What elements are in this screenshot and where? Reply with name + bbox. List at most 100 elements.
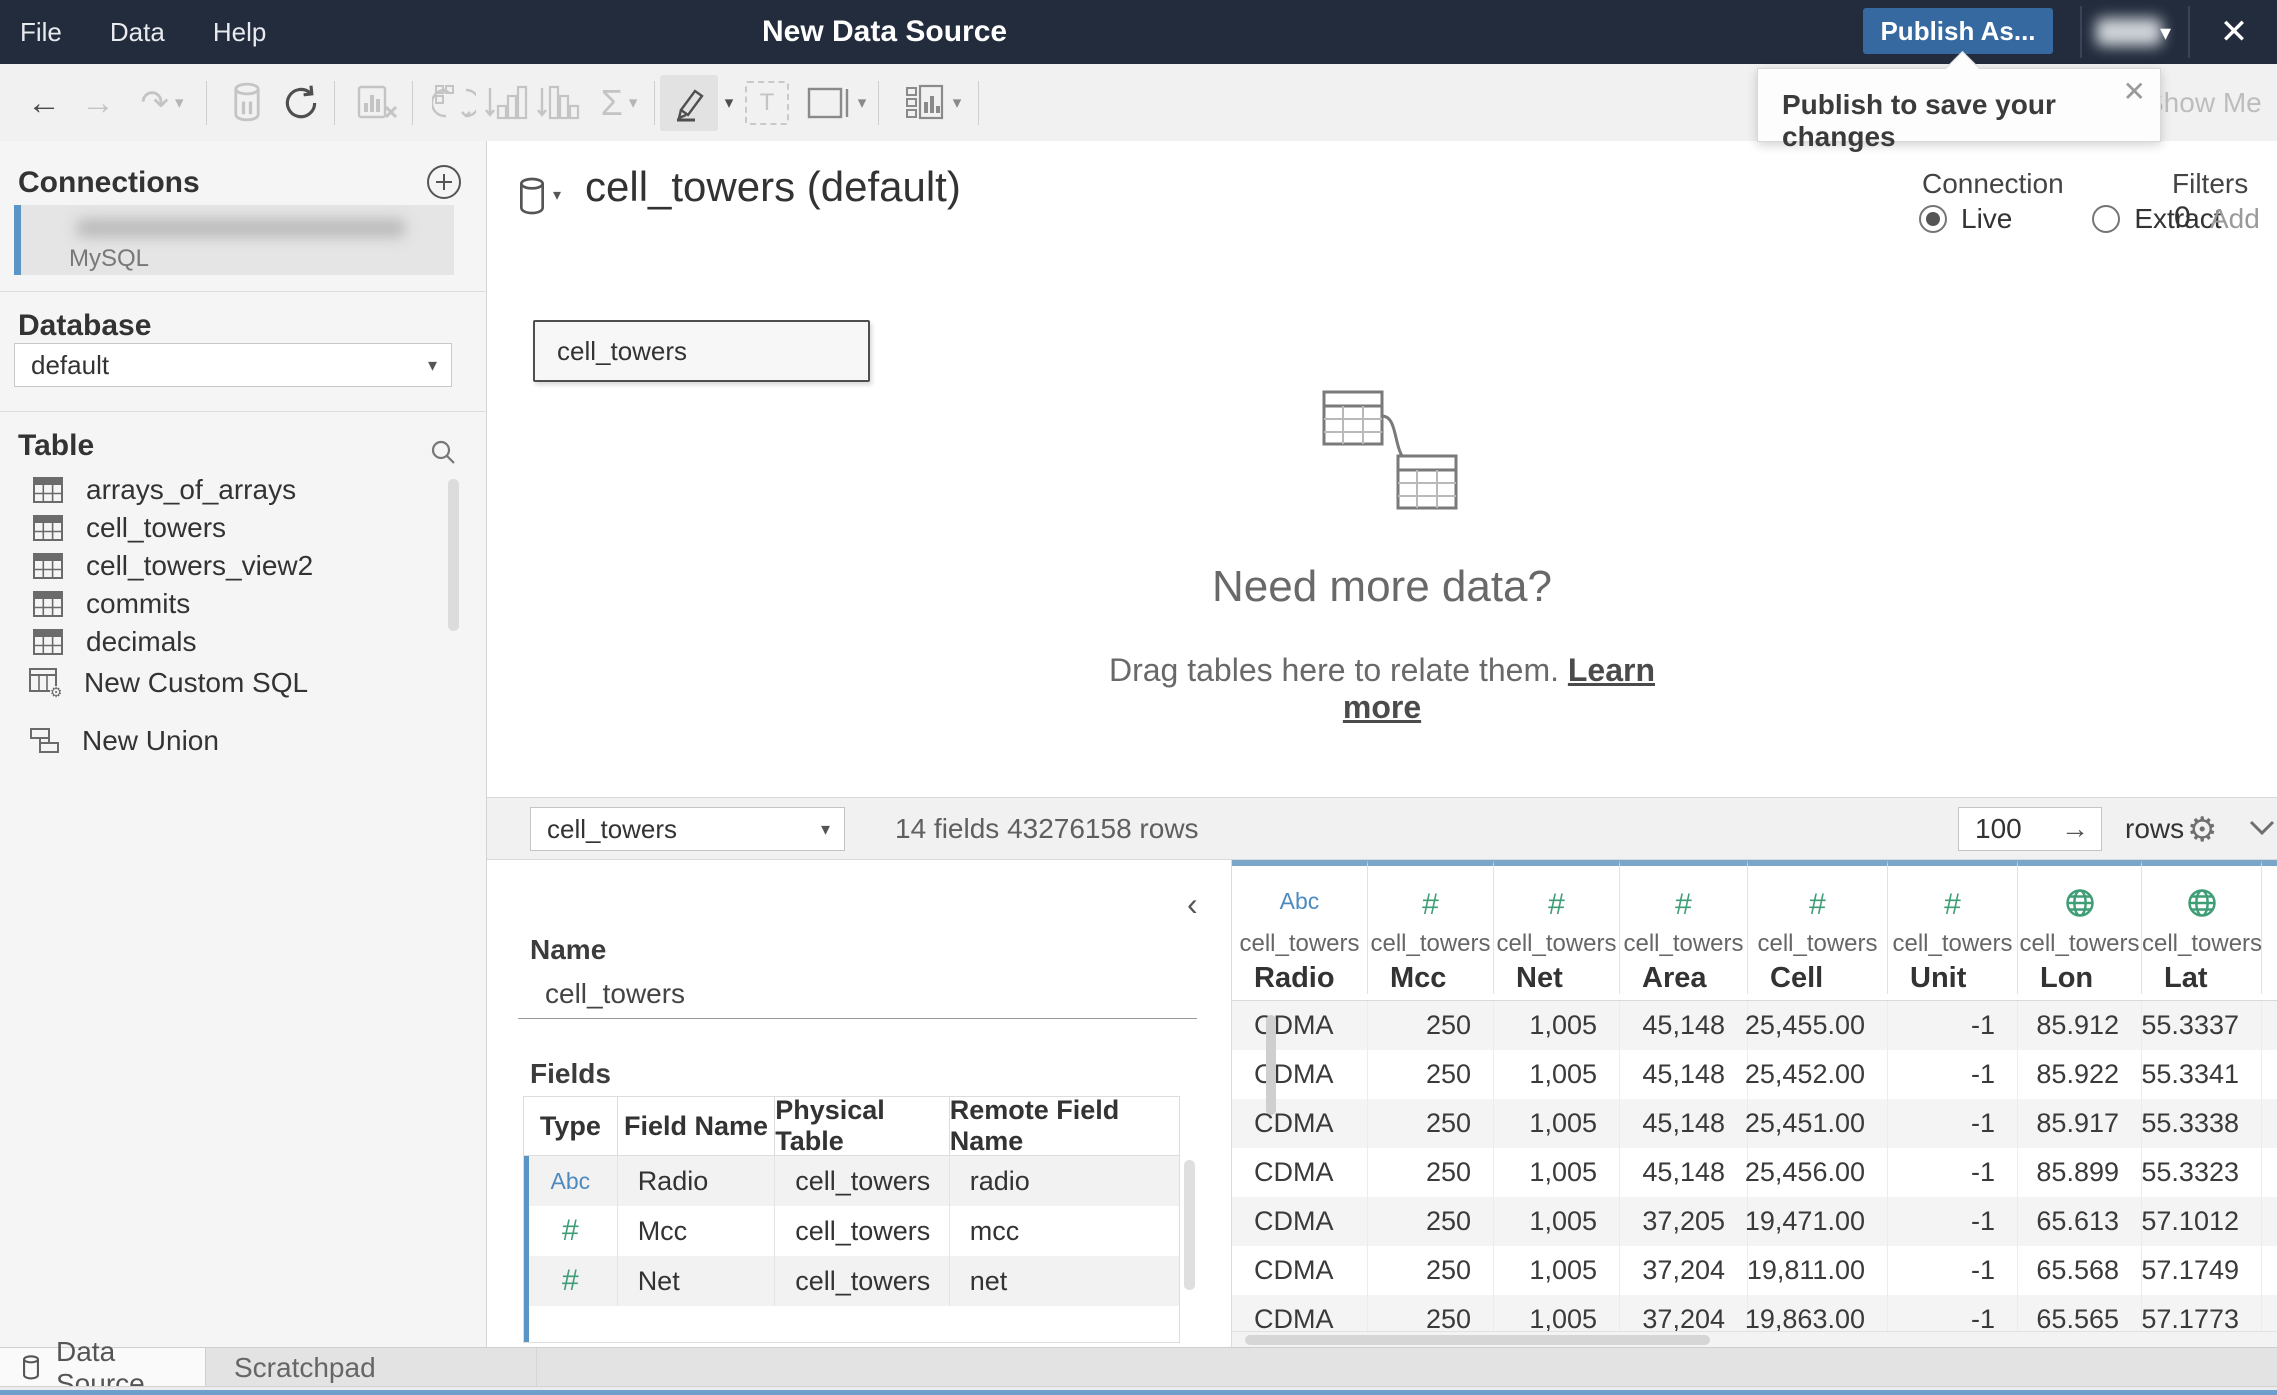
physical-table-cell: cell_towers	[775, 1156, 950, 1206]
grid-cell: 57.1773	[2141, 1295, 2262, 1332]
grid-column-header[interactable]: # cell_towers Cell	[1748, 860, 1888, 994]
totals-icon[interactable]: Σ ▾	[586, 64, 652, 141]
name-input[interactable]: cell_towers	[545, 978, 685, 1010]
publish-as-button[interactable]: Publish As...	[1863, 8, 2053, 54]
grid-column-header[interactable]: # cell_towers Net	[1494, 860, 1620, 994]
sidebar-table-item[interactable]: decimals	[0, 623, 487, 661]
connection-name-redacted	[76, 219, 406, 237]
fields-table: Type Field Name Physical Table Remote Field…	[523, 1095, 1180, 1343]
grid-row[interactable]: CDMA 250 1,005 37,205 19,471.00 -1 65.613 57.10…	[1232, 1197, 2277, 1246]
fields-table-row[interactable]: # Mcc cell_towers mcc	[524, 1206, 1179, 1256]
grid-column-header[interactable]: # cell_towers Mcc	[1368, 860, 1494, 994]
redo-icon[interactable]: →	[72, 64, 124, 141]
grid-cell: 1,005	[1494, 1050, 1620, 1099]
grid-cell: CDMA	[1232, 1295, 1368, 1332]
row-count-input[interactable]: 100 →	[1958, 807, 2102, 851]
grid-column-header[interactable]: # cell_towers Unit	[1888, 860, 2018, 994]
grid-cell: 250	[1368, 1295, 1494, 1332]
new-union[interactable]: New Union	[0, 719, 487, 763]
pause-updates-icon[interactable]	[222, 64, 272, 141]
refresh-icon[interactable]	[274, 64, 328, 141]
grid-cell: 250	[1368, 1099, 1494, 1148]
collapse-preview-icon[interactable]	[2247, 818, 2277, 838]
grid-column-name: Lon	[2040, 962, 2094, 994]
new-custom-sql[interactable]: ⚙ New Custom SQL	[0, 661, 487, 705]
menu-file[interactable]: File	[20, 17, 62, 48]
menu-help[interactable]: Help	[213, 17, 266, 48]
highlight-caret-icon[interactable]: ▾	[716, 64, 736, 141]
toolbar-separator	[878, 81, 879, 125]
grid-row[interactable]: CDMA 250 1,005 45,148 25,451.00 -1 85.917 55.33…	[1232, 1099, 2277, 1148]
number-type-icon: #	[1944, 888, 1961, 921]
grid-horizontal-scrollbar[interactable]	[1232, 1331, 2277, 1347]
sidebar-table-item[interactable]: arrays_of_arrays	[0, 471, 487, 509]
grid-cell: 25,451.00	[1745, 1099, 1888, 1148]
table-list-scrollbar[interactable]	[448, 479, 459, 631]
tooltip-close-icon[interactable]: ✕	[2123, 75, 2146, 108]
grid-cell: 45,148	[1620, 1001, 1748, 1050]
table-search-icon[interactable]	[428, 437, 458, 467]
preview-settings-icon[interactable]: ⚙	[2187, 810, 2217, 850]
filters-add-button[interactable]: Add	[2210, 203, 2260, 235]
menu-data[interactable]: Data	[110, 17, 165, 48]
datasource-icon[interactable]	[515, 177, 549, 217]
grid-column-name: Net	[1516, 962, 1563, 994]
extract-radio[interactable]	[2092, 205, 2121, 233]
preview-table-select[interactable]: cell_towers ▾	[530, 807, 845, 851]
database-select[interactable]: default ▾	[14, 343, 452, 387]
undo-icon[interactable]: ←	[18, 64, 70, 141]
grid-cell: 25,455.00	[1745, 1001, 1888, 1050]
grid-cell: 65.613	[2018, 1197, 2142, 1246]
grid-row[interactable]: CDMA 250 1,005 45,148 25,452.00 -1 85.922 55.33…	[1232, 1050, 2277, 1099]
collapse-metadata-icon[interactable]: ‹	[1187, 886, 1198, 923]
relationship-canvas: ▾ cell_towers (default) Connection Live …	[487, 141, 2277, 797]
grid-vertical-scrollbar[interactable]	[1266, 1015, 1276, 1115]
grid-column-header[interactable]: Abc cell_towers Radio	[1232, 860, 1368, 994]
grid-cell: -1	[1888, 1197, 2018, 1246]
live-radio[interactable]	[1919, 205, 1947, 233]
sort-ascending-icon[interactable]	[478, 64, 534, 141]
sidebar-table-item[interactable]: commits	[0, 585, 487, 623]
sidebar-table-item[interactable]: cell_towers	[0, 509, 487, 547]
label-icon[interactable]: T	[740, 64, 794, 141]
apply-row-count-icon[interactable]: →	[2061, 813, 2089, 845]
fields-table-scrollbar[interactable]	[1184, 1160, 1195, 1290]
table-node-cell-towers[interactable]: cell_towers	[533, 320, 870, 382]
swap-rows-columns-icon[interactable]	[426, 64, 482, 141]
window-close-icon[interactable]: ✕	[2212, 10, 2256, 54]
replay-icon[interactable]: ↷ ▾	[124, 64, 200, 141]
add-connection-icon[interactable]	[425, 163, 463, 201]
grid-row[interactable]: CDMA 250 1,005 45,148 25,456.00 -1 85.899 55.33…	[1232, 1148, 2277, 1197]
tab-scratchpad[interactable]: Scratchpad	[206, 1348, 537, 1387]
grid-row[interactable]: CDMA 250 1,005 37,204 19,863.00 -1 65.565 57.17…	[1232, 1295, 2277, 1332]
fields-table-column-header: Physical Table	[775, 1095, 950, 1156]
menubar: File Data Help	[20, 0, 266, 64]
fields-table-row[interactable]: # Net cell_towers net	[524, 1256, 1179, 1306]
grid-horizontal-scrollbar-thumb[interactable]	[1245, 1335, 1710, 1345]
grid-column-header[interactable]: # cell_towers Area	[1620, 860, 1748, 994]
number-type-icon: #	[562, 1214, 579, 1247]
tab-data-source[interactable]: Data Source	[0, 1336, 206, 1395]
grid-row[interactable]: CDMA 250 1,005 37,204 19,811.00 -1 65.568 57.17…	[1232, 1246, 2277, 1295]
name-label: Name	[530, 934, 607, 965]
grid-column-header[interactable]: cell_towers Lat	[2142, 860, 2262, 994]
clear-sheet-icon[interactable]	[350, 64, 406, 141]
grid-cell: 57.1012	[2141, 1197, 2262, 1246]
avatar[interactable]	[2096, 18, 2162, 46]
grid-column-header[interactable]: cell_towers Lon	[2018, 860, 2142, 994]
sidebar-table-item[interactable]: cell_towers_view2	[0, 547, 487, 585]
sort-descending-icon[interactable]	[530, 64, 586, 141]
show-cards-icon[interactable]: ▾	[892, 64, 972, 141]
show-me-button[interactable]: Show Me	[2145, 64, 2262, 141]
datasource-caret-icon[interactable]: ▾	[553, 185, 561, 205]
filters-label: Filters	[2172, 168, 2249, 199]
highlight-icon[interactable]	[660, 75, 718, 131]
grid-row[interactable]: CDMA 250 1,005 45,148 25,455.00 -1 85.912 55.33…	[1232, 1001, 2277, 1050]
grid-cell: -1	[1888, 1148, 2018, 1197]
connection-item[interactable]: MySQL	[14, 205, 454, 275]
fit-icon[interactable]: ▾	[798, 64, 874, 141]
avatar-caret-icon[interactable]: ▾	[2160, 20, 2171, 46]
fields-table-row[interactable]: Abc Radio cell_towers radio	[524, 1156, 1179, 1206]
grid-column-type: #	[1888, 888, 2017, 922]
publish-tooltip: Publish to save your changes ✕	[1757, 50, 2161, 152]
